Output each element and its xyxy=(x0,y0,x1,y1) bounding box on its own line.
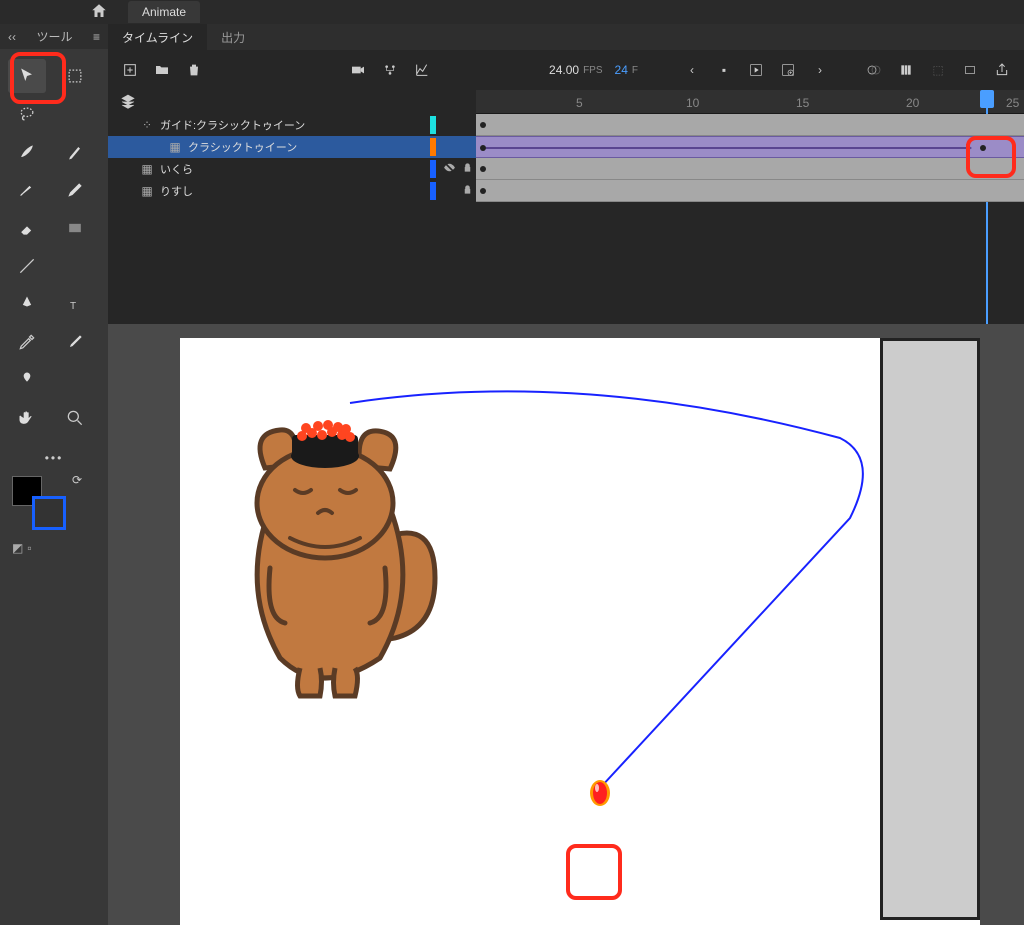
fluid-brush-tool[interactable] xyxy=(8,135,46,169)
line-tool[interactable] xyxy=(8,249,46,283)
layer-row-risushi[interactable]: ▦ りすし xyxy=(108,180,476,202)
next-frame-icon[interactable]: › xyxy=(810,60,830,80)
layer-row-classic-tween[interactable]: ▦ クラシックトゥイーン xyxy=(108,136,476,158)
trash-icon[interactable] xyxy=(184,60,204,80)
timeline-tabs: タイムライン 出力 xyxy=(108,24,1024,50)
insert-frames-icon[interactable] xyxy=(960,60,980,80)
graph-icon[interactable] xyxy=(412,60,432,80)
lock-icon[interactable] xyxy=(458,184,476,198)
prev-keyframe-icon[interactable]: ‹ xyxy=(682,60,702,80)
frame-track[interactable] xyxy=(476,158,1024,180)
stage-wrap[interactable] xyxy=(108,324,1024,925)
rectangle-tool[interactable] xyxy=(56,211,94,245)
tab-output[interactable]: 出力 xyxy=(207,24,259,51)
hand-tool[interactable] xyxy=(8,401,46,435)
export-icon[interactable] xyxy=(992,60,1012,80)
guide-layer-icon: ⁘ xyxy=(140,118,154,132)
layers-body: ⁘ ガイド:クラシックトゥイーン ▦ クラシックトゥイーン ▦ いくら xyxy=(108,114,1024,224)
eyedropper-tool[interactable] xyxy=(8,325,46,359)
layer-row-guide[interactable]: ⁘ ガイド:クラシックトゥイーン xyxy=(108,114,476,136)
hidden-icon[interactable] xyxy=(440,161,458,177)
color-swatches: ⟳ xyxy=(0,471,108,541)
layer-icon: ▦ xyxy=(140,184,154,198)
tween-end-marker[interactable] xyxy=(585,778,615,808)
svg-text:T: T xyxy=(70,301,76,312)
layer-icon: ▦ xyxy=(140,162,154,176)
frames-area[interactable]: 5 10 15 20 25 xyxy=(476,90,1024,224)
edit-multiple-frames-icon[interactable] xyxy=(896,60,916,80)
frame-track[interactable] xyxy=(476,114,1024,136)
no-color-icon[interactable]: ▫ xyxy=(27,541,31,555)
layer-icon: ▦ xyxy=(168,140,182,154)
fps-display[interactable]: 24.00 FPS xyxy=(549,63,602,77)
pin-tool[interactable] xyxy=(8,363,46,397)
stage[interactable] xyxy=(180,338,980,925)
next-keyframe-icon[interactable] xyxy=(778,60,798,80)
pencil-tool[interactable] xyxy=(56,173,94,207)
selection-tool[interactable] xyxy=(8,59,46,93)
top-bar: Animate xyxy=(0,0,1024,24)
folder-icon[interactable] xyxy=(152,60,172,80)
stage-pasteboard xyxy=(880,338,980,920)
marker-icon[interactable]: ⬚ xyxy=(928,60,948,80)
layers-stack-icon[interactable] xyxy=(120,93,136,112)
tools-panel: ‹‹ ツール ≡ xyxy=(0,24,108,925)
camera-icon[interactable] xyxy=(348,60,368,80)
onion-skin-icon[interactable] xyxy=(864,60,884,80)
pen-tool[interactable] xyxy=(8,287,46,321)
zoom-tool[interactable] xyxy=(56,401,94,435)
default-colors-icon[interactable]: ◩ xyxy=(12,541,23,555)
brush-tool[interactable] xyxy=(8,173,46,207)
text-tool[interactable]: T xyxy=(56,287,94,321)
lock-icon[interactable] xyxy=(458,162,476,176)
character-squirrel[interactable] xyxy=(210,408,450,708)
layer-row-ikura[interactable]: ▦ いくら xyxy=(108,158,476,180)
swap-colors-icon[interactable]: ⟳ xyxy=(72,473,82,487)
classic-brush-tool[interactable] xyxy=(56,135,94,169)
frame-track[interactable] xyxy=(476,180,1024,202)
more-tools-icon[interactable]: ••• xyxy=(0,445,108,471)
lasso-tool[interactable] xyxy=(8,97,46,131)
panel-menu-icon[interactable]: ≡ xyxy=(93,30,100,44)
play-icon[interactable] xyxy=(746,60,766,80)
tools-panel-header: ‹‹ ツール ≡ xyxy=(0,24,108,49)
home-icon[interactable] xyxy=(90,2,108,23)
eraser-tool[interactable] xyxy=(8,211,46,245)
app-name-tab: Animate xyxy=(128,1,200,23)
add-keyframe-icon[interactable] xyxy=(120,60,140,80)
stroke-color-swatch[interactable] xyxy=(32,496,66,530)
layer-parenting-icon[interactable] xyxy=(380,60,400,80)
timeline-toolbar: 24.00 FPS 24 F ‹ ▪ › ⬚ xyxy=(108,50,1024,90)
tab-timeline[interactable]: タイムライン xyxy=(108,24,207,51)
timeline-ruler[interactable]: 5 10 15 20 25 xyxy=(476,90,1024,114)
current-frame-display[interactable]: 24 F xyxy=(615,63,638,77)
color-picker-tool[interactable] xyxy=(56,325,94,359)
frame-track-tween[interactable] xyxy=(476,136,1024,158)
free-transform-tool[interactable] xyxy=(56,59,94,93)
stop-icon[interactable]: ▪ xyxy=(714,60,734,80)
